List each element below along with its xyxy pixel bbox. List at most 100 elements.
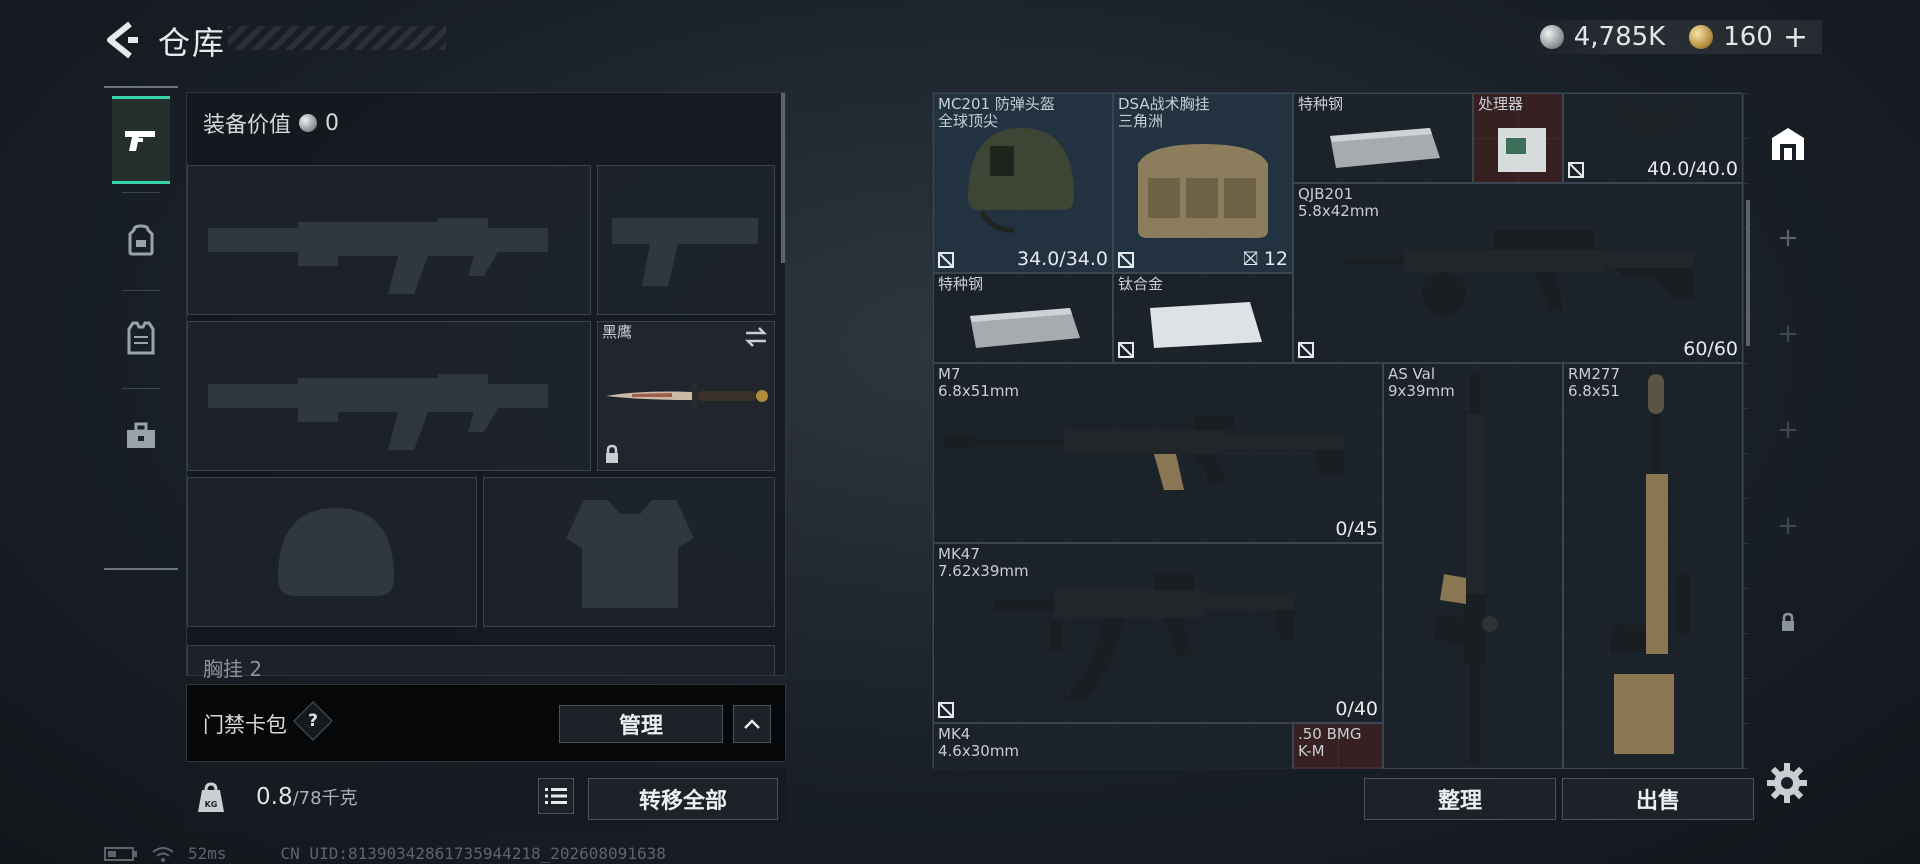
storage-item[interactable]: RM277 6.8x51	[1563, 363, 1743, 769]
list-view-button[interactable]	[538, 778, 574, 814]
item-capacity: ⛝ 12	[1243, 248, 1288, 270]
storage-item[interactable]: QJB201 5.8x42mm 60/60	[1293, 183, 1743, 363]
storage-capacity-icon: ⛝	[1243, 248, 1264, 270]
chest-rig-label: 胸挂 2	[203, 657, 263, 681]
add-storage-page[interactable]: +	[1760, 498, 1816, 554]
case-icon	[127, 422, 155, 448]
ping-readout: 52ms	[188, 844, 227, 863]
plus-icon: +	[1777, 223, 1799, 253]
weight-readout: 0.8/78千克	[256, 784, 358, 810]
armor-silhouette-icon	[566, 500, 694, 608]
nav-case[interactable]	[112, 392, 170, 480]
item-name: .50 BMG K-M	[1298, 725, 1362, 760]
no-insurance-icon	[938, 252, 954, 268]
item-ammo: 0/45	[1335, 518, 1378, 540]
rifle-silhouette-icon	[208, 218, 548, 294]
pistol-icon	[125, 131, 155, 151]
storage-item[interactable]: 特种钢	[1293, 93, 1473, 183]
helmet-icon	[968, 128, 1074, 233]
help-icon: ?	[308, 711, 318, 731]
chest-rig-slot[interactable]	[187, 645, 775, 675]
storage-item[interactable]: MC201 防弹头盔 全球顶尖 34.0/34.0	[933, 93, 1113, 273]
user-uid: CN UID:81390342861735944218_202608091638	[280, 844, 666, 863]
status-line: 52ms CN UID:81390342861735944218_2026080…	[104, 844, 666, 863]
melee-slot[interactable]: 黑鹰	[597, 321, 775, 471]
weight-icon: KG	[198, 782, 224, 812]
armor-slot[interactable]	[483, 477, 775, 627]
storage-item[interactable]: 处理器	[1473, 93, 1563, 183]
svg-text:KG: KG	[205, 800, 218, 809]
rifle-icon	[944, 416, 1344, 490]
nav-weapons[interactable]	[112, 96, 170, 184]
card-pack-title: 门禁卡包	[203, 713, 287, 737]
settings-gear-icon[interactable]	[1764, 760, 1810, 806]
rifle-silhouette-icon	[208, 374, 548, 450]
processor-icon	[1498, 128, 1546, 172]
storage-item[interactable]: M7 6.8x51mm 0/45	[933, 363, 1383, 543]
title-decoration	[228, 26, 446, 50]
storage-item[interactable]: 钛合金	[1113, 273, 1293, 363]
pistol-silhouette-icon	[612, 218, 758, 286]
storage-item[interactable]: AS Val 9x39mm	[1383, 363, 1563, 769]
item-name: MK47 7.62x39mm	[938, 545, 1029, 580]
add-storage-page[interactable]: +	[1760, 210, 1816, 266]
manage-button[interactable]: 管理	[559, 705, 723, 743]
lock-icon	[606, 444, 618, 463]
primary-weapon-slot[interactable]	[187, 165, 591, 315]
helmet-slot[interactable]	[187, 477, 477, 627]
add-storage-page[interactable]: +	[1760, 306, 1816, 362]
silver-amount: 4,785K	[1573, 22, 1666, 52]
storage-item[interactable]: 特种钢	[933, 273, 1113, 363]
equipment-scrollbar[interactable]	[781, 93, 785, 263]
item-name: M7 6.8x51mm	[938, 365, 1020, 400]
no-insurance-icon	[1568, 162, 1584, 178]
weight-current: 0.8	[256, 784, 293, 810]
back-button[interactable]	[100, 18, 140, 62]
secondary-weapon-slot[interactable]	[187, 321, 591, 471]
storage-item[interactable]: .50 BMG K-M	[1293, 723, 1383, 769]
add-storage-page[interactable]: +	[1760, 402, 1816, 458]
item-name: 特种钢	[1298, 95, 1344, 113]
plus-icon: +	[1777, 511, 1799, 541]
storage-icon	[1772, 128, 1804, 160]
add-currency-button[interactable]: +	[1783, 20, 1808, 55]
wifi-icon	[152, 846, 174, 862]
equipment-panel: 装备价值 0 黑鹰 胸挂 2	[186, 92, 786, 681]
storage-item[interactable]: MK47 7.62x39mm 0/40	[933, 543, 1383, 723]
silver-coin-icon	[1539, 25, 1564, 49]
item-ammo: 0/40	[1335, 698, 1378, 720]
collapse-button[interactable]	[733, 705, 771, 743]
storage-item[interactable]: 40.0/40.0	[1563, 93, 1743, 183]
rifle-icon	[1610, 374, 1690, 754]
storage-item[interactable]: DSA战术胸挂 三角洲 ⛝ 12	[1113, 93, 1293, 273]
nav-backpack[interactable]	[112, 196, 170, 284]
item-name: DSA战术胸挂 三角洲	[1118, 95, 1210, 130]
item-name: MC201 防弹头盔 全球顶尖	[938, 95, 1055, 130]
nav-armor[interactable]	[112, 294, 170, 382]
helmet-silhouette-icon	[278, 508, 394, 596]
storage-scrollbar[interactable]	[1746, 200, 1750, 346]
locked-storage-page[interactable]	[1760, 594, 1816, 650]
knife-icon	[606, 384, 768, 408]
sidearm-slot[interactable]	[597, 165, 775, 315]
backpack-icon	[128, 224, 154, 256]
sort-button[interactable]: 整理	[1364, 778, 1556, 820]
battery-icon	[104, 846, 137, 861]
item-name: 处理器	[1478, 95, 1524, 113]
storage-item[interactable]: MK4 4.6x30mm	[933, 723, 1293, 769]
gold-coin-icon	[1689, 25, 1714, 49]
chevron-up-icon	[744, 719, 760, 729]
swap-icon[interactable]	[744, 326, 768, 348]
steel-ingot-icon	[970, 308, 1080, 348]
sell-button[interactable]: 出售	[1562, 778, 1754, 820]
no-insurance-icon	[938, 702, 954, 718]
storage-page-main[interactable]	[1760, 116, 1816, 172]
melee-name: 黑鹰	[602, 323, 633, 341]
equipment-category-nav	[104, 86, 178, 570]
steel-ingot-icon	[1330, 128, 1440, 168]
transfer-all-button[interactable]: 转移全部	[588, 778, 778, 820]
help-button[interactable]: ?	[293, 701, 333, 741]
page-title: 仓库	[158, 24, 227, 62]
storage-panel: MC201 防弹头盔 全球顶尖 34.0/34.0 DSA战术胸挂 三角洲 ⛝ 12…	[932, 92, 1749, 769]
no-insurance-icon	[1298, 342, 1314, 358]
